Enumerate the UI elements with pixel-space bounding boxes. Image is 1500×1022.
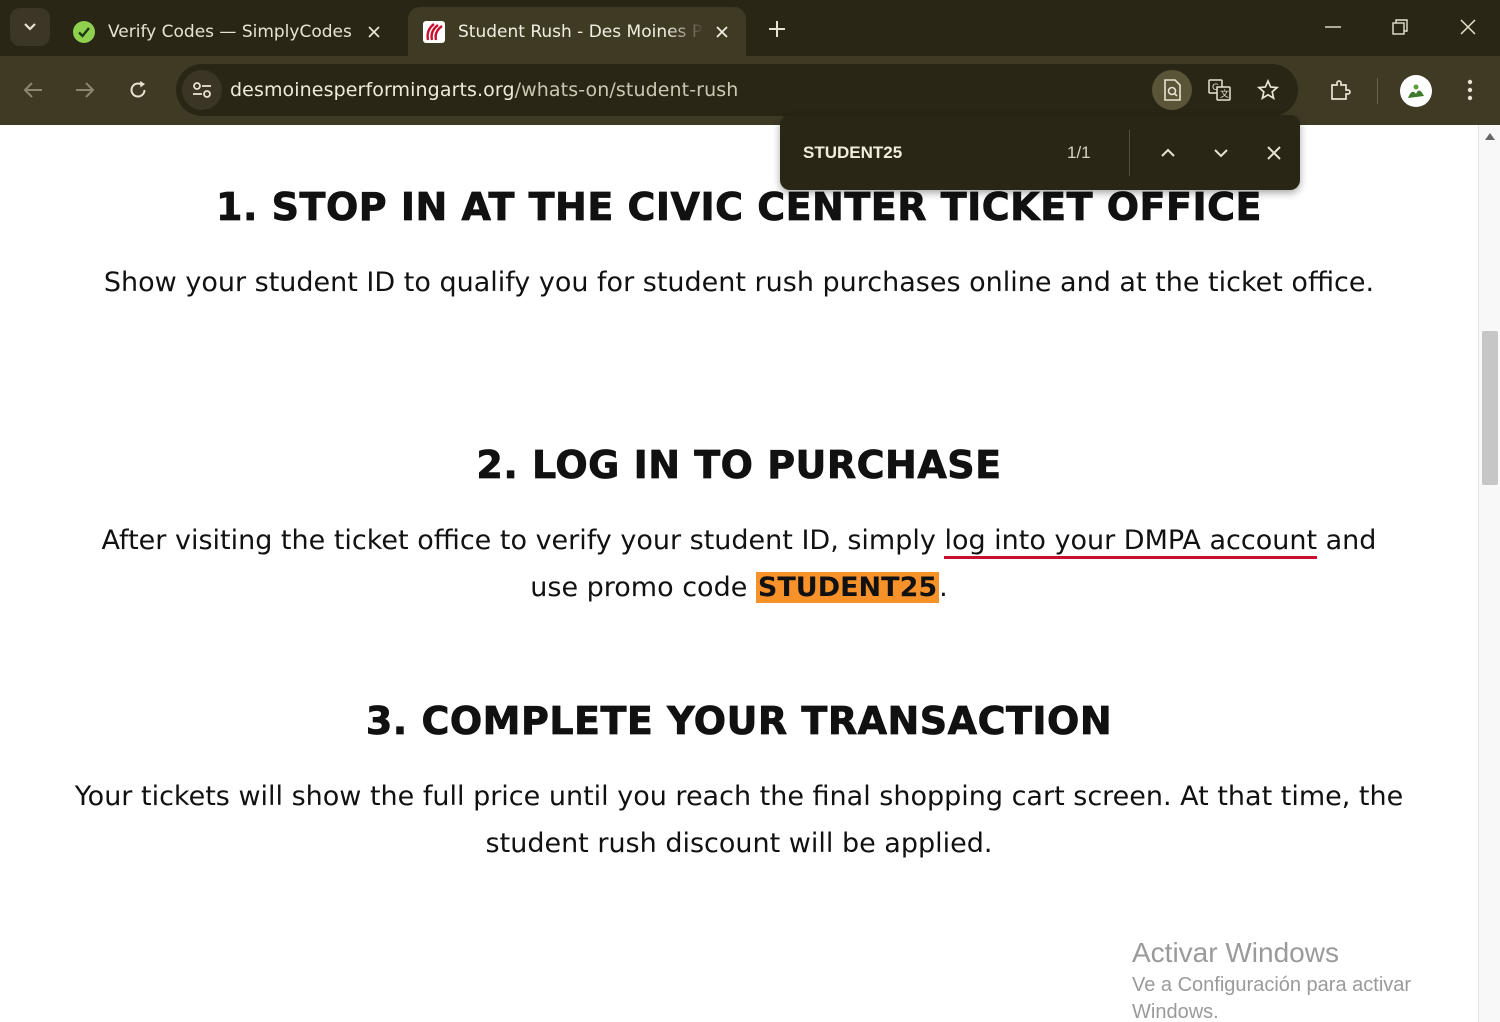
promo-code-highlight: STUDENT25 bbox=[755, 572, 940, 603]
minimize-button[interactable] bbox=[1313, 10, 1353, 44]
windows-activation-watermark: Activar Windows Ve a Configuración para … bbox=[1132, 936, 1411, 1022]
tab-search-button[interactable] bbox=[10, 8, 50, 46]
tab-title: Verify Codes — SimplyCodes bbox=[108, 21, 352, 42]
step-3-section: 3. COMPLETE YOUR TRANSACTION Your ticket… bbox=[0, 699, 1478, 867]
tab-strip: Verify Codes — SimplyCodes Student Rush … bbox=[0, 0, 1500, 56]
url-path: /whats-on/student-rush bbox=[514, 79, 739, 101]
url-domain: desmoinesperformingarts.org bbox=[230, 79, 515, 101]
find-divider bbox=[1129, 129, 1130, 176]
reload-icon bbox=[130, 81, 146, 98]
minimize-icon bbox=[1325, 26, 1341, 28]
arrow-left-icon bbox=[23, 82, 42, 98]
dmpa-favicon-icon bbox=[422, 20, 446, 44]
close-window-button[interactable] bbox=[1448, 10, 1488, 44]
scroll-up-arrow-icon[interactable] bbox=[1485, 133, 1495, 140]
toolbar-divider bbox=[1377, 78, 1378, 104]
site-info-button[interactable] bbox=[182, 70, 222, 110]
step-2-text-start: After visiting the ticket office to veri… bbox=[101, 525, 945, 556]
find-next-button[interactable] bbox=[1201, 133, 1241, 173]
page-scrollbar[interactable] bbox=[1478, 125, 1500, 1022]
more-vert-icon bbox=[1467, 79, 1473, 101]
find-in-page-button[interactable] bbox=[1152, 70, 1192, 110]
tab-simplycodes[interactable]: Verify Codes — SimplyCodes bbox=[58, 7, 398, 56]
svg-text:文: 文 bbox=[1220, 88, 1229, 100]
find-bar: STUDENT25 1/1 bbox=[780, 115, 1300, 190]
tab-title: Student Rush - Des Moines Performing Art… bbox=[458, 21, 704, 42]
step-3-body: Your tickets will show the full price un… bbox=[74, 781, 1404, 859]
find-input[interactable]: STUDENT25 bbox=[803, 143, 1033, 163]
close-tab-icon[interactable] bbox=[364, 22, 384, 42]
reload-button[interactable] bbox=[118, 70, 158, 110]
step-2-text-end: . bbox=[939, 572, 948, 603]
watermark-line-3: Windows. bbox=[1132, 1001, 1219, 1022]
step-2-heading: 2. LOG IN TO PURCHASE bbox=[476, 443, 1002, 488]
arrow-right-icon bbox=[76, 82, 95, 98]
simplycodes-favicon-icon bbox=[72, 20, 96, 44]
step-3-heading: 3. COMPLETE YOUR TRANSACTION bbox=[365, 699, 1113, 744]
find-in-page-icon bbox=[1164, 79, 1181, 101]
step-2-body: After visiting the ticket office to veri… bbox=[0, 517, 1478, 611]
chevron-up-icon bbox=[1161, 148, 1175, 157]
close-tab-icon[interactable] bbox=[712, 22, 732, 42]
browser-menu-button[interactable] bbox=[1450, 70, 1490, 110]
url-text[interactable]: desmoinesperformingarts.org/whats-on/stu… bbox=[230, 79, 738, 101]
profile-avatar[interactable] bbox=[1400, 75, 1432, 107]
tab-student-rush[interactable]: Student Rush - Des Moines Performing Art… bbox=[408, 7, 746, 56]
scrollbar-thumb[interactable] bbox=[1482, 331, 1498, 485]
bookmark-button[interactable] bbox=[1248, 70, 1288, 110]
restore-icon bbox=[1392, 19, 1408, 35]
close-icon bbox=[1460, 19, 1476, 35]
login-account-link[interactable]: log into your DMPA account bbox=[944, 525, 1318, 559]
profile-icon bbox=[1408, 84, 1424, 98]
find-previous-button[interactable] bbox=[1148, 133, 1188, 173]
new-tab-button[interactable] bbox=[762, 14, 792, 44]
translate-icon: G文 bbox=[1208, 79, 1231, 101]
back-button[interactable] bbox=[13, 70, 53, 110]
find-close-button[interactable] bbox=[1254, 133, 1294, 173]
star-icon bbox=[1257, 79, 1279, 100]
step-1-section: 1. STOP IN AT THE CIVIC CENTER TICKET OF… bbox=[0, 185, 1478, 306]
translate-button[interactable]: G文 bbox=[1200, 70, 1240, 110]
find-match-count: 1/1 bbox=[1067, 142, 1091, 162]
address-bar[interactable]: desmoinesperformingarts.org/whats-on/stu… bbox=[176, 64, 1298, 116]
chevron-down-icon bbox=[1214, 148, 1228, 157]
puzzle-icon bbox=[1331, 80, 1351, 100]
forward-button[interactable] bbox=[65, 70, 105, 110]
step-1-body: Show your student ID to qualify you for … bbox=[103, 267, 1375, 298]
watermark-line-2: Ve a Configuración para activar bbox=[1132, 974, 1412, 996]
watermark-title: Activar Windows bbox=[1132, 937, 1339, 968]
extensions-button[interactable] bbox=[1320, 70, 1360, 110]
tune-icon bbox=[193, 82, 211, 98]
step-1-heading: 1. STOP IN AT THE CIVIC CENTER TICKET OF… bbox=[216, 185, 1262, 230]
restore-button[interactable] bbox=[1380, 10, 1420, 44]
close-icon bbox=[1267, 145, 1281, 160]
chevron-down-icon bbox=[24, 23, 36, 31]
step-2-section: 2. LOG IN TO PURCHASE After visiting the… bbox=[0, 443, 1478, 611]
page-content: 1. STOP IN AT THE CIVIC CENTER TICKET OF… bbox=[0, 125, 1478, 1022]
plus-icon bbox=[769, 21, 785, 37]
